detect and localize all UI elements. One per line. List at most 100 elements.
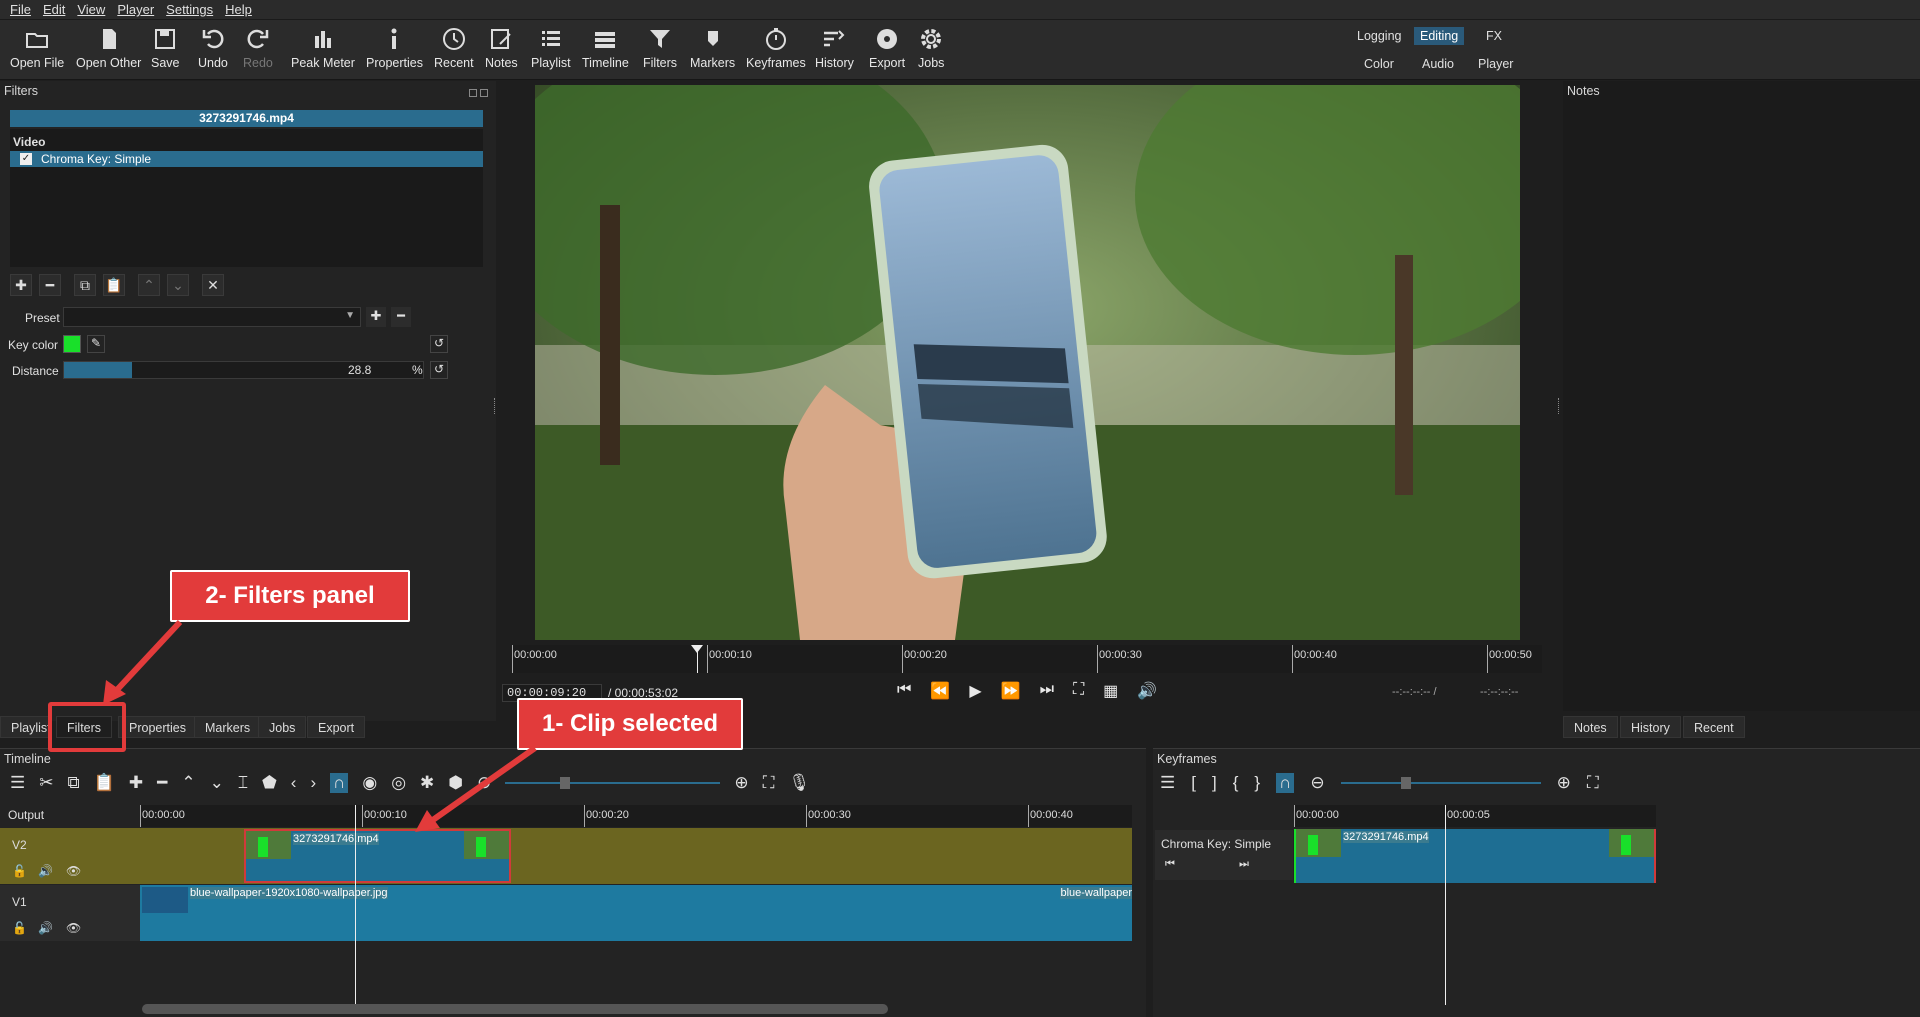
filters-button[interactable]: Filters <box>643 26 677 70</box>
splitter-handle-right[interactable] <box>1558 398 1560 414</box>
distance-slider[interactable]: 28.8 % <box>63 361 424 379</box>
menu-edit[interactable]: Edit <box>43 2 65 17</box>
timeline-scrollbar[interactable] <box>142 1004 888 1014</box>
delete-preset-button[interactable]: ━ <box>391 307 411 327</box>
keyframes-clip[interactable]: 3273291746.mp4 <box>1294 829 1656 883</box>
grid-icon[interactable]: ▦ <box>1103 681 1118 701</box>
keyframes-snap-icon[interactable]: ∩ <box>1276 773 1295 793</box>
paste-icon[interactable]: 📋 <box>94 773 115 793</box>
distance-value[interactable]: 28.8 <box>348 363 371 377</box>
dock-float-icon[interactable] <box>466 85 488 100</box>
open-file-button[interactable]: Open File <box>10 26 64 70</box>
history-button[interactable]: History <box>815 26 854 70</box>
layout-color[interactable]: Color <box>1364 57 1394 71</box>
keyframes-zoom-fit-icon[interactable]: ⛶ <box>1587 773 1599 793</box>
track-header-v1[interactable]: V1 🔓 🔊 👁 <box>0 885 140 941</box>
zoom-fit-timeline-icon[interactable]: ⛶ <box>763 773 775 793</box>
tab-properties[interactable]: Properties <box>118 716 197 738</box>
deselect-filter-button[interactable]: ✕ <box>202 274 224 296</box>
redo-button[interactable]: Redo <box>243 26 273 70</box>
next-keyframe-icon[interactable]: ⏭ <box>1239 858 1249 871</box>
tab-notes[interactable]: Notes <box>1563 716 1618 738</box>
marker-icon[interactable]: ⬟ <box>262 773 277 793</box>
split-icon[interactable]: ⌶ <box>238 773 248 793</box>
save-preset-button[interactable]: ✚ <box>366 307 386 327</box>
lift-icon[interactable]: ⌃ <box>181 773 195 793</box>
tab-recent[interactable]: Recent <box>1683 716 1745 738</box>
splitter-handle[interactable] <box>494 398 496 414</box>
filter-checkbox[interactable]: ✓ <box>20 153 32 165</box>
hamburger-menu-icon[interactable]: ☰ <box>10 773 25 793</box>
timeline-button[interactable]: Timeline <box>582 26 629 70</box>
reset-key-color-icon[interactable]: ↺ <box>430 335 448 353</box>
menu-settings[interactable]: Settings <box>166 2 213 17</box>
zoom-fit-icon[interactable]: ⛶ <box>1073 681 1084 701</box>
tab-markers[interactable]: Markers <box>194 716 262 738</box>
menu-file[interactable]: File <box>10 2 31 17</box>
playlist-button[interactable]: Playlist <box>531 26 571 70</box>
set-out-icon[interactable]: ] <box>1212 773 1217 793</box>
paste-filter-button[interactable]: 📋 <box>103 274 125 296</box>
next-marker-icon[interactable]: › <box>310 773 316 793</box>
key-color-swatch[interactable] <box>63 335 81 353</box>
keyframes-button[interactable]: Keyframes <box>746 26 806 70</box>
fast-forward-icon[interactable]: ⏩ <box>1001 681 1021 701</box>
recent-button[interactable]: Recent <box>434 26 474 70</box>
undo-button[interactable]: Undo <box>198 26 228 70</box>
player-ruler[interactable]: 00:00:00 00:00:10 00:00:20 00:00:30 00:00:40… <box>512 645 1542 673</box>
layout-player[interactable]: Player <box>1478 57 1513 71</box>
remove-icon[interactable]: ━ <box>157 773 167 793</box>
mute-icon[interactable]: 🔊 <box>38 864 53 878</box>
layout-logging[interactable]: Logging <box>1357 29 1402 43</box>
scrub-eye-icon[interactable]: ◉ <box>362 773 377 793</box>
ripple-icon[interactable]: ◎ <box>391 773 406 793</box>
tab-history[interactable]: History <box>1620 716 1681 738</box>
keyframes-zoom-out-icon[interactable]: ⊖ <box>1310 773 1324 793</box>
zoom-slider[interactable] <box>505 777 721 789</box>
zoom-in-icon[interactable]: ⊕ <box>734 773 748 793</box>
copy-icon[interactable]: ⧉ <box>68 773 80 793</box>
filter-item-chroma-key[interactable]: ✓ Chroma Key: Simple <box>10 151 483 167</box>
skip-next-icon[interactable]: ⏭ <box>1040 681 1054 701</box>
mute-icon-v1[interactable]: 🔊 <box>38 921 53 935</box>
snap-magnet-icon[interactable]: ∩ <box>330 773 349 793</box>
markers-button[interactable]: Markers <box>690 26 735 70</box>
layout-fx[interactable]: FX <box>1486 29 1502 43</box>
track-header-v2[interactable]: V2 🔓 🔊 👁 <box>0 828 140 884</box>
tab-playlist[interactable]: Playlist <box>0 716 51 738</box>
ripple-markers-icon[interactable]: ⬢ <box>448 773 463 793</box>
notes-button[interactable]: Notes <box>485 26 518 70</box>
cut-icon[interactable]: ✂ <box>39 773 53 793</box>
skip-previous-icon[interactable]: ⏮ <box>897 681 911 701</box>
keyframes-zoom-slider[interactable] <box>1340 777 1541 789</box>
add-filter-button[interactable]: ✚ <box>10 274 32 296</box>
menu-player[interactable]: Player <box>117 2 154 17</box>
remove-filter-button[interactable]: ━ <box>39 274 61 296</box>
play-icon[interactable]: ▶ <box>969 681 981 701</box>
eye-icon[interactable]: 👁 <box>66 864 81 878</box>
ripple-all-icon[interactable]: ✱ <box>420 773 434 793</box>
rewind-icon[interactable]: ⏪ <box>930 681 950 701</box>
overwrite-icon[interactable]: ⌄ <box>210 773 224 793</box>
notes-panel[interactable]: Notes <box>1563 81 1920 711</box>
keyframes-playhead[interactable] <box>1445 805 1446 1005</box>
move-down-button[interactable]: ⌄ <box>167 274 189 296</box>
menu-view[interactable]: View <box>77 2 105 17</box>
set-filter-in-icon[interactable]: { <box>1233 773 1239 793</box>
lock-icon-v1[interactable]: 🔓 <box>12 921 27 935</box>
timeline-ruler[interactable]: 00:00:00 00:00:10 00:00:20 00:00:30 00:00:40 <box>140 805 1132 827</box>
eyedropper-icon[interactable]: ✎ <box>87 335 105 353</box>
set-in-icon[interactable]: [ <box>1191 773 1196 793</box>
layout-editing[interactable]: Editing <box>1414 27 1465 45</box>
keyframes-filter-row[interactable]: Chroma Key: Simple ⏮ ⏭ <box>1155 830 1293 880</box>
lock-icon[interactable]: 🔓 <box>12 864 27 878</box>
jobs-button[interactable]: Jobs <box>918 26 944 70</box>
previous-keyframe-icon[interactable]: ⏮ <box>1165 858 1175 871</box>
reset-distance-icon[interactable]: ↺ <box>430 361 448 379</box>
timeline-playhead[interactable] <box>355 805 356 1005</box>
append-icon[interactable]: ✚ <box>129 773 143 793</box>
clip-v1[interactable]: blue-wallpaper-1920x1080-wallpaper.jpg b… <box>140 885 1132 941</box>
video-preview[interactable] <box>535 85 1520 640</box>
tab-jobs[interactable]: Jobs <box>258 716 307 738</box>
set-filter-out-icon[interactable]: } <box>1254 773 1260 793</box>
